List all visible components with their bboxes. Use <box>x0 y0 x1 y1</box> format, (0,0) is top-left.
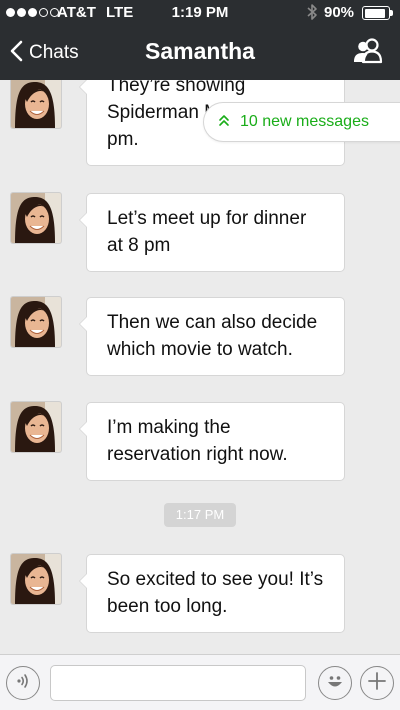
new-messages-label: 10 new messages <box>240 113 369 130</box>
avatar[interactable] <box>11 402 61 452</box>
avatar[interactable] <box>11 193 61 243</box>
avatar[interactable] <box>11 80 61 128</box>
emoji-button[interactable] <box>318 666 352 700</box>
message-bubble: I’m making the reservation right now. <box>79 402 345 481</box>
smiley-icon <box>323 669 347 698</box>
message-input[interactable] <box>50 665 306 701</box>
chat-area[interactable]: They’re showing Spiderman Men at 9:45 pm… <box>0 80 400 654</box>
add-button[interactable] <box>360 666 394 700</box>
double-chevron-up-icon <box>218 113 230 132</box>
battery-icon <box>362 6 390 20</box>
bluetooth-icon <box>307 3 318 25</box>
avatar[interactable] <box>11 297 61 347</box>
new-messages-button[interactable]: 10 new messages <box>203 102 400 142</box>
avatar[interactable] <box>11 554 61 604</box>
battery-percent: 90% <box>324 4 355 21</box>
people-icon <box>352 38 384 68</box>
top-bar: AT&T LTE 1:19 PM 90% Chats Samantha <box>0 0 400 80</box>
message-bubble: So excited to see you! It’s been too lon… <box>79 554 345 633</box>
page-title: Samantha <box>145 38 255 64</box>
timestamp-separator: 1:17 PM <box>164 503 236 527</box>
status-bar: AT&T LTE 1:19 PM 90% <box>0 0 400 26</box>
input-bar <box>0 654 400 710</box>
battery-nub <box>390 10 393 16</box>
battery-level <box>364 8 386 18</box>
contact-info-button[interactable] <box>352 38 384 69</box>
voice-icon <box>14 672 32 695</box>
voice-button[interactable] <box>6 666 40 700</box>
message-bubble: Let’s meet up for dinner at 8 pm <box>79 193 345 272</box>
plus-icon <box>367 671 387 696</box>
message-bubble: Then we can also decide which movie to w… <box>79 297 345 376</box>
